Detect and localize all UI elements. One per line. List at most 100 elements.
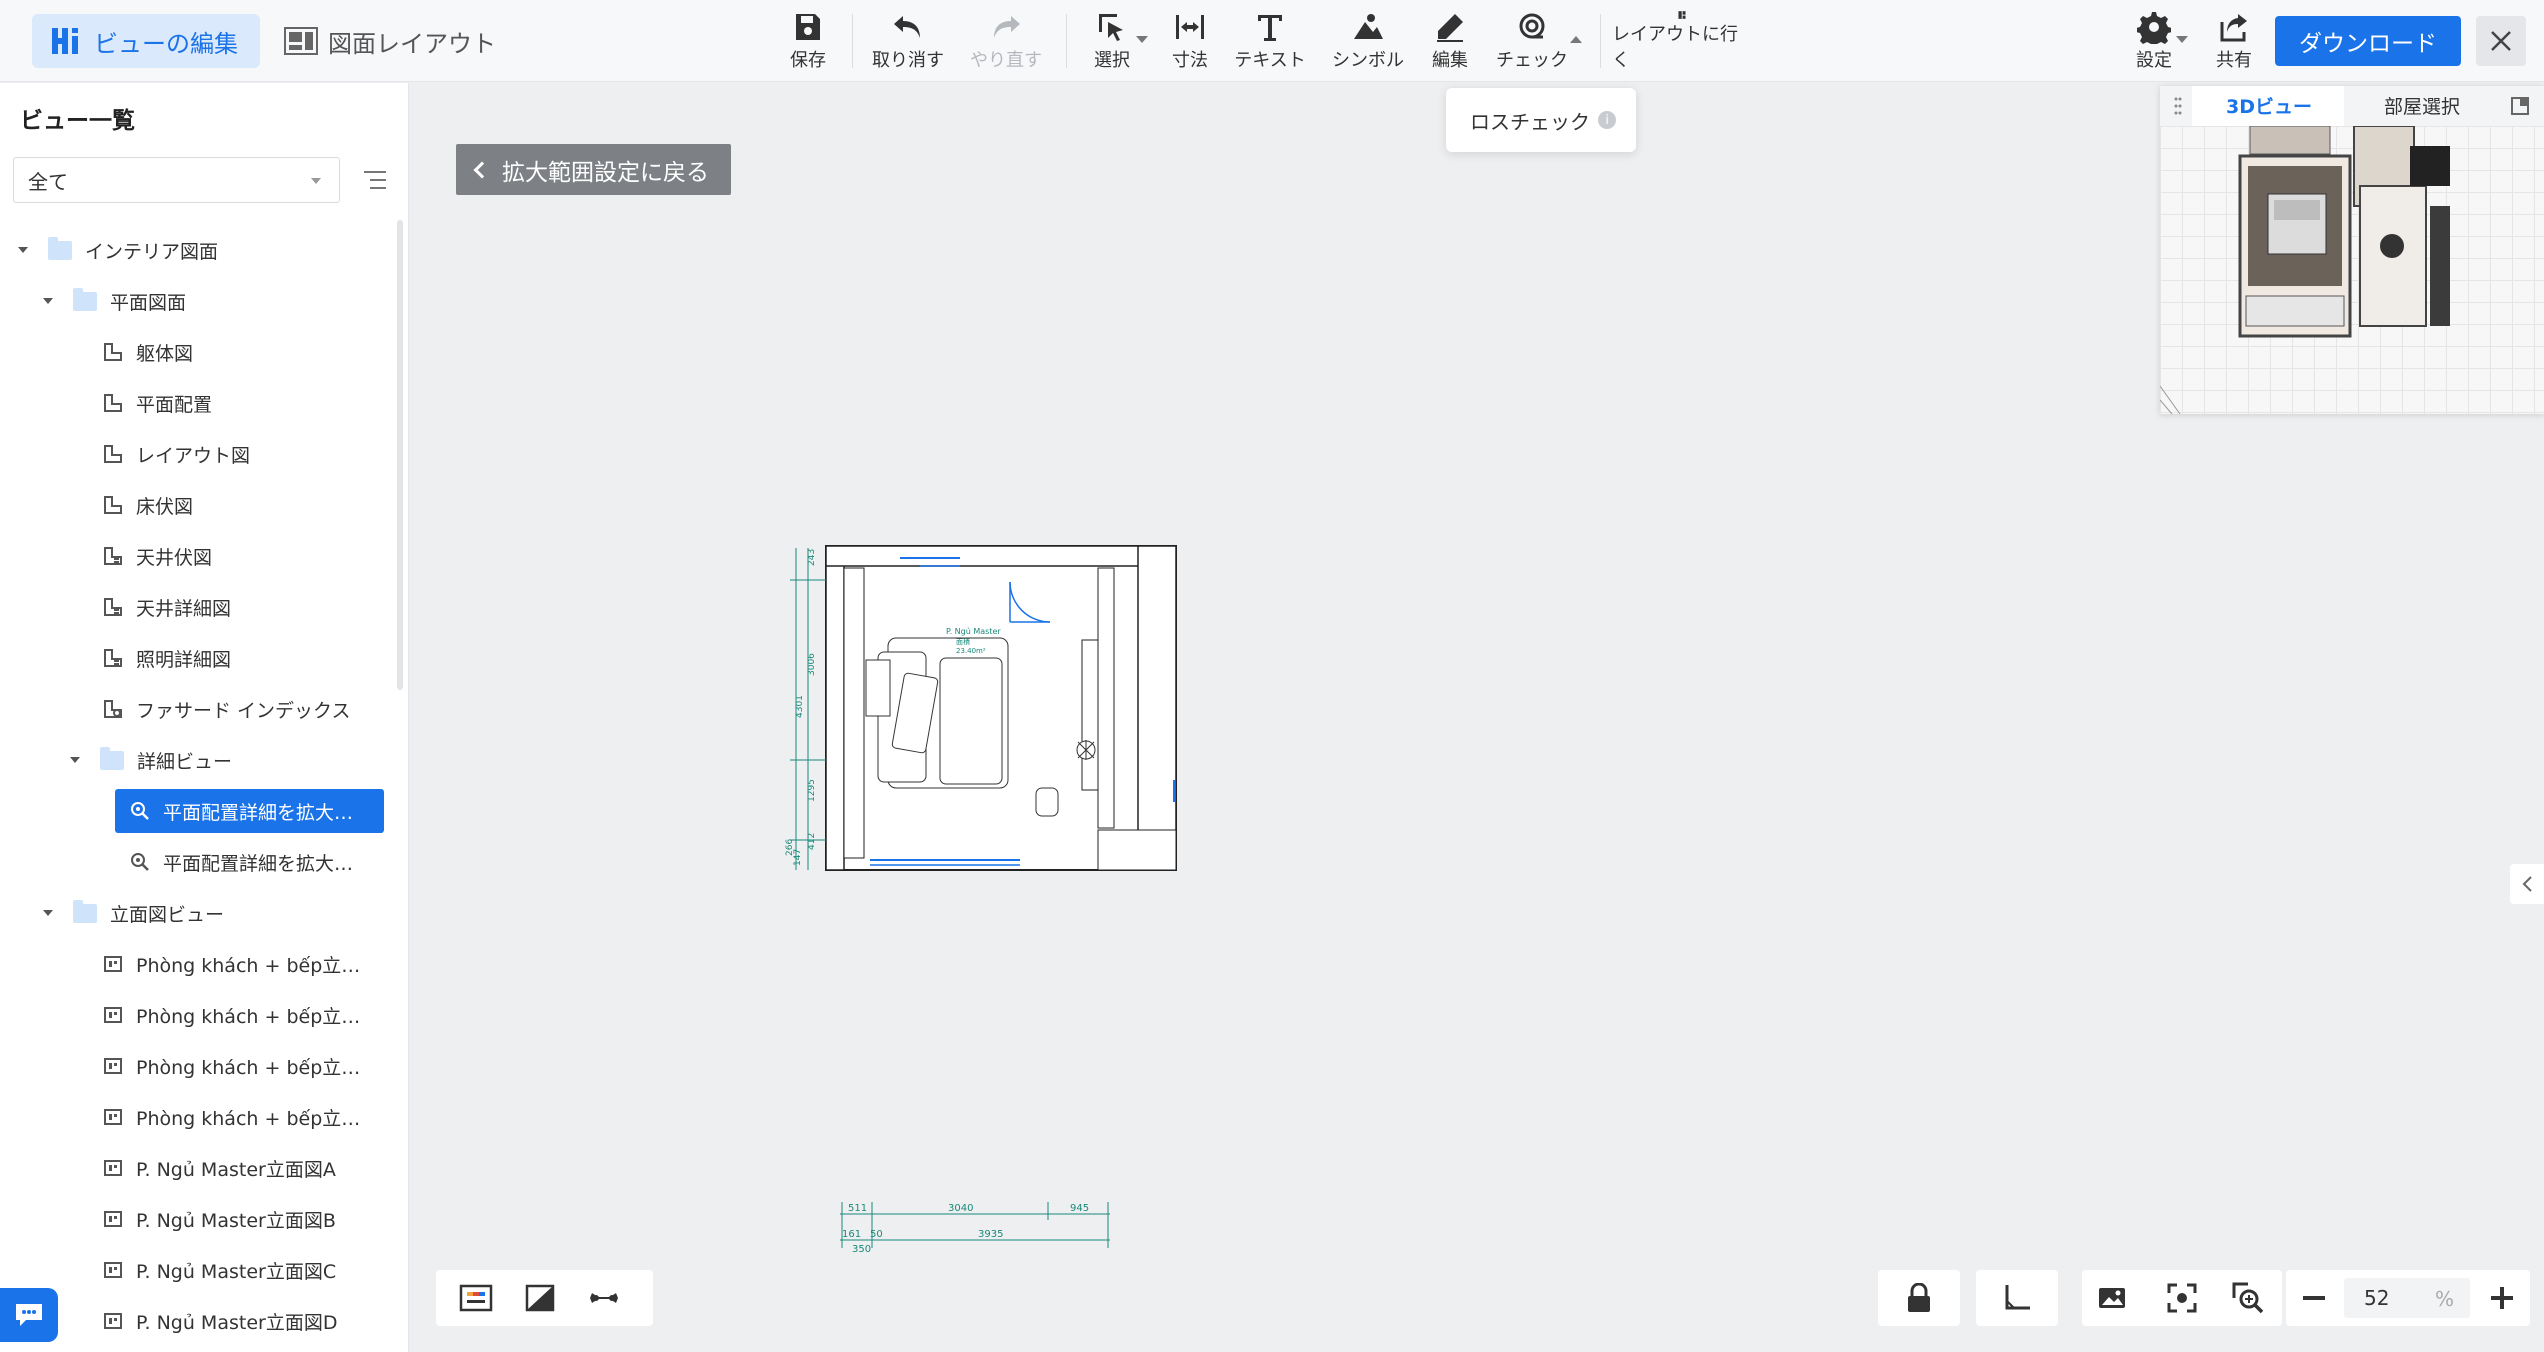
tree-item[interactable]: P. Ngủ Master立面図C: [102, 1248, 336, 1292]
legend-icon: [459, 1284, 493, 1312]
symbol-visibility-button[interactable]: [576, 1270, 632, 1326]
ceiling-view-icon: [102, 596, 124, 618]
symbol-button[interactable]: シンボル: [1332, 10, 1404, 72]
dim-161: 161: [842, 1229, 861, 1240]
dim-1295: 1295: [807, 779, 817, 802]
chevron-left-icon: [2522, 876, 2532, 892]
tree-item[interactable]: Phòng khách + bếp立…: [102, 1095, 360, 1139]
expand-minimap-icon[interactable]: [2510, 96, 2530, 116]
edit-button[interactable]: 編集: [1428, 10, 1472, 72]
tree-item[interactable]: 天井詳細図: [102, 585, 231, 629]
tree-item[interactable]: 天井伏図: [102, 534, 212, 578]
fit-view-button[interactable]: [2154, 1270, 2210, 1326]
tree-item[interactable]: Phòng khách + bếp立…: [102, 1044, 360, 1088]
dimension-icon: [1176, 15, 1204, 39]
lock-button[interactable]: [1891, 1270, 1947, 1326]
zoom-in-button[interactable]: [2474, 1270, 2530, 1326]
tree-item[interactable]: 平面配置: [102, 381, 212, 425]
tree-item[interactable]: レイアウト図: [102, 432, 250, 476]
settings-dropdown-caret[interactable]: [2176, 36, 2188, 43]
drag-handle-icon[interactable]: [2174, 96, 2182, 116]
tree-item[interactable]: Phòng khách + bếp立…: [102, 993, 360, 1037]
save-button[interactable]: 保存: [786, 10, 830, 72]
expand-caret-icon[interactable]: [70, 757, 80, 763]
bottom-dimension-lines: 511 3040 945 161 50 3935 350: [840, 1202, 1110, 1255]
tab-3d-view[interactable]: 3Dビュー: [2226, 92, 2312, 119]
plan-view-icon: [102, 341, 124, 363]
coordinate-axis-button[interactable]: [1989, 1270, 2045, 1326]
sidebar-scrollbar[interactable]: [397, 220, 403, 690]
dim-3006: 3006: [807, 653, 817, 676]
list-settings-icon[interactable]: [362, 167, 388, 193]
tree-item[interactable]: ファサード インデックス: [102, 687, 350, 731]
select-dropdown-caret[interactable]: [1136, 36, 1148, 43]
tab-edit-view-label: ビューの編集: [94, 29, 238, 58]
tree-item[interactable]: P. Ngủ Master立面図A: [102, 1146, 336, 1190]
elevation-view-icon: [102, 1055, 124, 1077]
tree-folder-interior[interactable]: インテリア図面: [18, 228, 218, 272]
dim-147: 147: [793, 849, 803, 866]
dim-945: 945: [1070, 1203, 1089, 1214]
elevation-view-icon: [102, 1004, 124, 1026]
3d-preview[interactable]: [2160, 126, 2544, 414]
download-button[interactable]: ダウンロード: [2275, 16, 2461, 66]
check-icon: [1519, 13, 1545, 39]
folder-icon: [73, 899, 97, 923]
export-image-button[interactable]: [2084, 1270, 2140, 1326]
fill-toggle-button[interactable]: [512, 1270, 568, 1326]
tree-item[interactable]: 照明詳細図: [102, 636, 231, 680]
tree-item[interactable]: 平面配置詳細を拡大…: [129, 840, 353, 884]
redo-icon: [994, 16, 1020, 38]
share-icon: [2220, 14, 2247, 42]
dimension-button[interactable]: 寸法: [1168, 10, 1212, 72]
elevation-view-icon: [102, 1106, 124, 1128]
settings-button[interactable]: 設定: [2134, 10, 2188, 72]
expand-caret-icon[interactable]: [43, 910, 53, 916]
share-button[interactable]: 共有: [2214, 10, 2254, 72]
back-to-zoom-range-button[interactable]: 拡大範囲設定に戻る: [456, 144, 731, 195]
check-dropdown-caret[interactable]: [1570, 36, 1582, 43]
tree-item[interactable]: 躯体図: [102, 330, 193, 374]
lock-icon: [1908, 1283, 1930, 1312]
tree-folder-detail-views[interactable]: 詳細ビュー: [70, 738, 232, 782]
right-panel-toggle[interactable]: [2510, 864, 2544, 904]
tree-item-selected[interactable]: 平面配置詳細を拡大…: [115, 789, 384, 833]
check-button[interactable]: チェック: [1496, 10, 1582, 72]
close-button[interactable]: [2476, 16, 2526, 66]
plan-view-icon: [102, 392, 124, 414]
dim-243: 243: [807, 549, 817, 566]
tab-drawing-layout[interactable]: 図面レイアウト: [266, 14, 518, 68]
loss-check-menu-item[interactable]: ロスチェック: [1470, 106, 1590, 135]
dim-412: 412: [807, 833, 817, 850]
tree-item[interactable]: Phòng khách + bếp立…: [102, 942, 360, 986]
ceiling-view-icon: [102, 647, 124, 669]
symbol-icon: [1354, 14, 1383, 39]
select-button[interactable]: 選択: [1090, 10, 1148, 72]
chat-support-button[interactable]: [0, 1288, 58, 1342]
zoom-area-button[interactable]: [2220, 1270, 2276, 1326]
view-filter-select[interactable]: 全て: [13, 157, 340, 203]
expand-caret-icon[interactable]: [43, 298, 53, 304]
zoom-detail-icon: [129, 800, 151, 822]
legend-button[interactable]: [448, 1270, 504, 1326]
tree-item[interactable]: P. Ngủ Master立面図D: [102, 1299, 337, 1343]
zoom-percentage-input[interactable]: 52 %: [2344, 1278, 2470, 1318]
info-icon[interactable]: i: [1598, 111, 1616, 129]
zoom-out-button[interactable]: [2286, 1270, 2342, 1326]
go-to-layout-button[interactable]: レイアウトに行く: [1612, 10, 1752, 72]
tab-room-select[interactable]: 部屋選択: [2384, 92, 2460, 119]
tree-folder-elevation-views[interactable]: 立面図ビュー: [43, 891, 224, 935]
dim-50: 50: [870, 1229, 883, 1240]
tab-edit-view[interactable]: ビューの編集: [32, 14, 260, 68]
expand-caret-icon[interactable]: [18, 247, 28, 253]
tree-item[interactable]: 床伏図: [102, 483, 193, 527]
redo-button[interactable]: やり直す: [970, 10, 1042, 72]
plan-view-icon: [102, 494, 124, 516]
floor-plan-drawing[interactable]: 243 3006 4301 1295 412 266 147 P. Ngủ Ma…: [760, 540, 1180, 880]
undo-button[interactable]: 取り消す: [872, 10, 944, 72]
tree-folder-floor-plans[interactable]: 平面図面: [43, 279, 186, 323]
axis-icon: [2005, 1285, 2030, 1310]
text-button[interactable]: テキスト: [1234, 10, 1306, 72]
tree-item[interactable]: P. Ngủ Master立面図B: [102, 1197, 336, 1241]
zoom-detail-icon: [129, 851, 151, 873]
